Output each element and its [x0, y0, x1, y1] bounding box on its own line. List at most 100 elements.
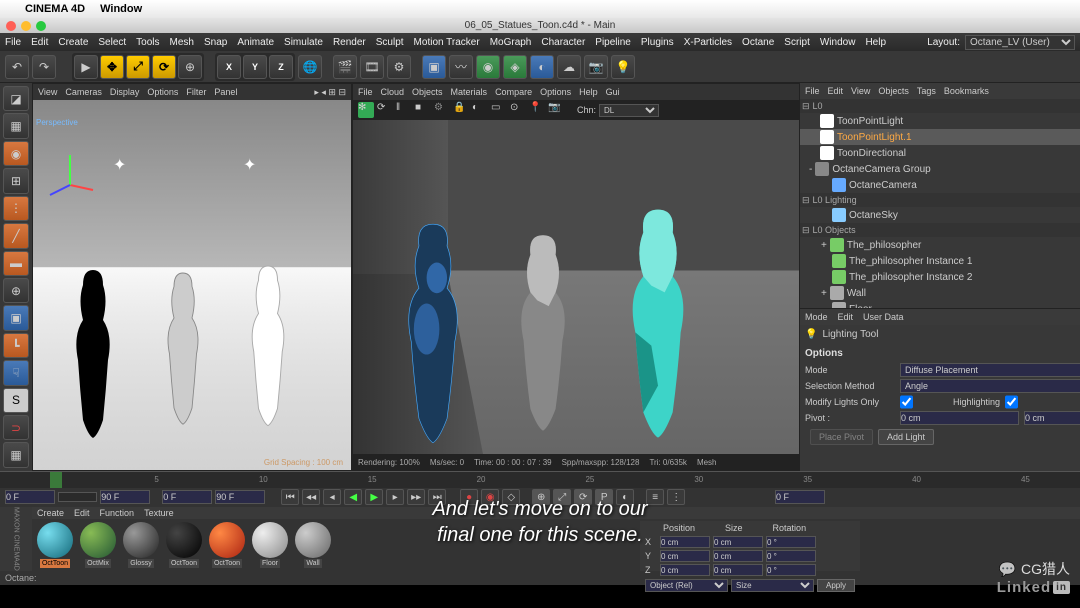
pause-icon[interactable]: ‖: [396, 102, 412, 118]
range-end-input[interactable]: [100, 490, 150, 504]
obj-menu-item[interactable]: Bookmarks: [944, 86, 989, 96]
menu-motion tracker[interactable]: Motion Tracker: [414, 37, 480, 48]
mat-menu-item[interactable]: Create: [37, 508, 64, 518]
vp-menu-item[interactable]: View: [38, 87, 57, 97]
render-view-button[interactable]: 🎬: [333, 55, 357, 79]
workplane-button[interactable]: ⊞: [3, 168, 29, 193]
menu-plugins[interactable]: Plugins: [641, 37, 674, 48]
highlighting-checkbox[interactable]: [1005, 395, 1018, 409]
octane-menu-item[interactable]: Compare: [495, 87, 532, 97]
tree-item[interactable]: -OctaneCamera Group: [800, 161, 1080, 177]
settings-icon[interactable]: ⚙: [434, 102, 450, 118]
timeline[interactable]: 051015202530354045 ⏮ ◂◂ ◂ ◀ ▶ ▸ ▸▸ ⏭ ● ◉…: [0, 471, 1080, 507]
coord-system-button[interactable]: 🌐: [298, 55, 322, 79]
focus-icon[interactable]: ⊙: [510, 102, 526, 118]
size-input[interactable]: [713, 564, 763, 576]
render-pv-button[interactable]: 🎞: [360, 55, 384, 79]
model-mode-button[interactable]: ▦: [3, 113, 29, 138]
mac-window-menu[interactable]: Window: [100, 3, 142, 15]
menu-file[interactable]: File: [5, 37, 21, 48]
octane-menu-item[interactable]: Help: [579, 87, 598, 97]
size-mode-select[interactable]: Size: [731, 579, 814, 592]
light-gizmo-icon[interactable]: ✦: [243, 155, 256, 175]
pivot-y-input[interactable]: [1024, 411, 1080, 425]
prev-frame-button[interactable]: ◂: [323, 489, 341, 505]
proj-end-input[interactable]: [215, 490, 265, 504]
tree-item[interactable]: ToonPointLight.1: [800, 129, 1080, 145]
selection-method-select[interactable]: Angle: [900, 379, 1080, 393]
axis-y-button[interactable]: Y: [243, 55, 267, 79]
material-item[interactable]: OctMix: [78, 522, 118, 568]
axis-lock-button[interactable]: ┗: [3, 333, 29, 358]
vp-menu-item[interactable]: Panel: [214, 87, 237, 97]
obj-menu-item[interactable]: File: [805, 86, 820, 96]
region-icon[interactable]: ▭: [491, 102, 507, 118]
scale-tool[interactable]: ⤢: [126, 55, 150, 79]
zoom-icon[interactable]: [36, 21, 46, 31]
material-item[interactable]: OctToon: [207, 522, 247, 568]
pos-input[interactable]: [660, 550, 710, 562]
redo-button[interactable]: ↷: [32, 55, 56, 79]
point-mode-button[interactable]: ⋮: [3, 196, 29, 221]
keyframe-sel-button[interactable]: ◇: [502, 489, 520, 505]
vp-menu-item[interactable]: Filter: [186, 87, 206, 97]
menu-simulate[interactable]: Simulate: [284, 37, 323, 48]
tree-item[interactable]: OctaneSky: [800, 207, 1080, 223]
autokey-button[interactable]: ◉: [481, 489, 499, 505]
key-pla-button[interactable]: ◐: [616, 489, 634, 505]
octane-viewport[interactable]: FileCloudObjectsMaterialsCompareOptionsH…: [352, 83, 800, 471]
place-pivot-button[interactable]: Place Pivot: [810, 429, 873, 445]
move-tool[interactable]: ✥: [100, 55, 124, 79]
pos-input[interactable]: [660, 564, 710, 576]
rot-input[interactable]: [766, 536, 816, 548]
menu-mesh[interactable]: Mesh: [170, 37, 194, 48]
material-item[interactable]: OctToon: [35, 522, 75, 568]
camera-icon[interactable]: 📷: [548, 102, 564, 118]
stop-icon[interactable]: ■: [415, 102, 431, 118]
tree-item[interactable]: OctaneCamera: [800, 177, 1080, 193]
mat-menu-item[interactable]: Function: [100, 508, 135, 518]
coord-mode-select[interactable]: Object (Rel): [645, 579, 728, 592]
size-input[interactable]: [713, 536, 763, 548]
generator-button[interactable]: ◉: [476, 55, 500, 79]
snap-button[interactable]: S: [3, 388, 29, 413]
axis-x-button[interactable]: X: [217, 55, 241, 79]
camera-button[interactable]: 📷: [584, 55, 608, 79]
light-gizmo-icon[interactable]: ✦: [113, 155, 126, 175]
traffic-lights[interactable]: [6, 21, 46, 31]
menu-script[interactable]: Script: [784, 37, 810, 48]
key-param-button[interactable]: P: [595, 489, 613, 505]
obj-menu-item[interactable]: Edit: [828, 86, 844, 96]
obj-menu-item[interactable]: Tags: [917, 86, 936, 96]
environment-button[interactable]: ☁: [557, 55, 581, 79]
menu-window[interactable]: Window: [820, 37, 856, 48]
rot-input[interactable]: [766, 564, 816, 576]
make-editable-button[interactable]: ◪: [3, 86, 29, 111]
menu-animate[interactable]: Animate: [237, 37, 274, 48]
next-frame-button[interactable]: ▸: [386, 489, 404, 505]
cube-primitive-button[interactable]: ▣: [422, 55, 446, 79]
menu-character[interactable]: Character: [541, 37, 585, 48]
mode-select[interactable]: Diffuse Placement: [900, 363, 1080, 377]
menu-help[interactable]: Help: [865, 37, 886, 48]
octane-logo-icon[interactable]: ✻: [358, 102, 374, 118]
undo-button[interactable]: ↶: [5, 55, 29, 79]
menu-snap[interactable]: Snap: [204, 37, 227, 48]
material-item[interactable]: Wall: [293, 522, 333, 568]
key-rot-button[interactable]: ⟳: [574, 489, 592, 505]
timeline-ruler[interactable]: 051015202530354045: [0, 472, 1080, 488]
render-settings-button[interactable]: ⚙: [387, 55, 411, 79]
layout-select[interactable]: Octane_LV (User): [965, 35, 1075, 50]
tweak-button[interactable]: ☟: [3, 360, 29, 385]
poly-mode-button[interactable]: ▬: [3, 251, 29, 276]
playhead[interactable]: [50, 472, 62, 488]
proj-start-input[interactable]: [162, 490, 212, 504]
perspective-viewport[interactable]: ViewCamerasDisplayOptionsFilterPanel▸ ◂ …: [32, 83, 352, 471]
select-tool[interactable]: ▶: [74, 55, 98, 79]
menu-create[interactable]: Create: [58, 37, 88, 48]
tree-group[interactable]: ⊟L0: [800, 99, 1080, 113]
axis-mode-button[interactable]: ⊕: [3, 278, 29, 303]
octane-menu-item[interactable]: Cloud: [381, 87, 405, 97]
rot-input[interactable]: [766, 550, 816, 562]
size-input[interactable]: [713, 550, 763, 562]
